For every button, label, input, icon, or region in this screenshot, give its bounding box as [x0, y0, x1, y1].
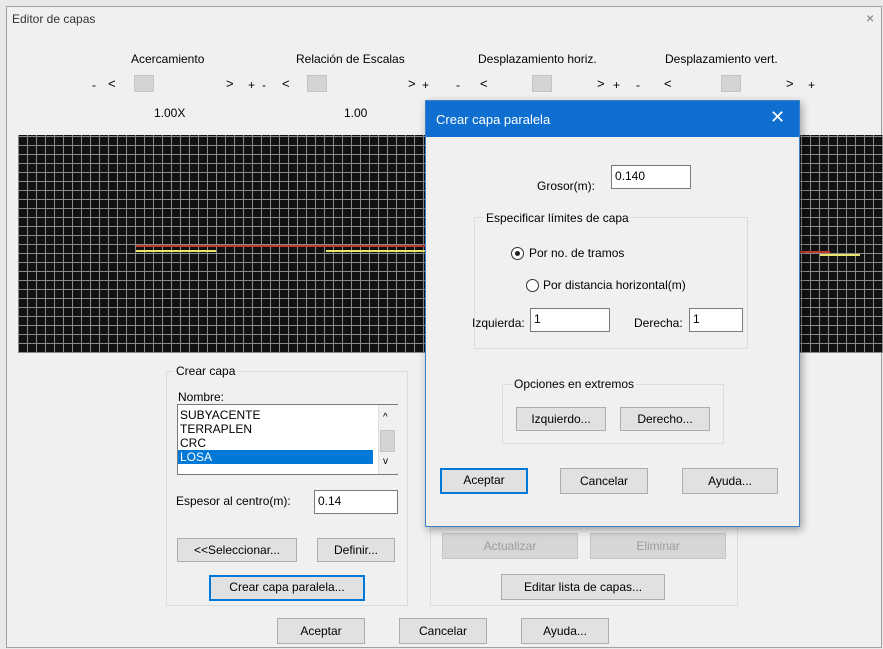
- right-input[interactable]: 1: [689, 308, 743, 332]
- zoom-label: Acercamiento: [131, 52, 205, 66]
- name-label: Nombre:: [178, 390, 225, 404]
- vpan-minus-button[interactable]: -: [636, 78, 640, 92]
- vertical-pan-label: Desplazamiento vert.: [665, 52, 778, 66]
- zoom-left-arrow-icon[interactable]: <: [108, 76, 116, 91]
- ok-button[interactable]: Aceptar: [277, 618, 365, 644]
- scale-left-arrow-icon[interactable]: <: [282, 76, 290, 91]
- layer-line-yellow-mid: [326, 250, 426, 252]
- zoom-plus-button[interactable]: +: [248, 78, 255, 92]
- scale-plus-button[interactable]: +: [422, 78, 429, 92]
- vpan-left-arrow-icon[interactable]: <: [664, 76, 672, 91]
- list-item-selected[interactable]: LOSA: [178, 450, 373, 464]
- scale-right-arrow-icon[interactable]: >: [408, 76, 416, 91]
- dialog-cancel-button[interactable]: Cancelar: [560, 468, 648, 494]
- vpan-plus-button[interactable]: +: [808, 78, 815, 92]
- zoom-minus-button[interactable]: -: [92, 78, 96, 92]
- layer-limits-title: Especificar límites de capa: [484, 211, 631, 225]
- create-layer-title: Crear capa: [174, 364, 238, 378]
- layer-line-yellow-right: [820, 254, 860, 256]
- radio-distancia[interactable]: [526, 279, 539, 292]
- window-title: Editor de capas: [12, 12, 96, 26]
- hpan-slider-thumb[interactable]: [532, 75, 552, 92]
- vpan-slider-thumb[interactable]: [721, 75, 741, 92]
- listbox-scroll-thumb[interactable]: [380, 430, 395, 452]
- hpan-left-arrow-icon[interactable]: <: [480, 76, 488, 91]
- list-item[interactable]: SUBYACENTE: [178, 408, 397, 422]
- vpan-right-arrow-icon[interactable]: >: [786, 76, 794, 91]
- cancel-button[interactable]: Cancelar: [399, 618, 487, 644]
- dialog-help-button[interactable]: Ayuda...: [682, 468, 778, 494]
- radio-tramos[interactable]: [511, 247, 524, 260]
- list-item[interactable]: TERRAPLEN: [178, 422, 397, 436]
- delete-button[interactable]: Eliminar: [590, 533, 726, 559]
- scale-slider-thumb[interactable]: [307, 75, 327, 92]
- thickness-label: Espesor al centro(m):: [176, 494, 291, 508]
- left-end-button[interactable]: Izquierdo...: [516, 407, 606, 431]
- zoom-slider-thumb[interactable]: [134, 75, 154, 92]
- create-parallel-layer-dialog: Crear capa paralela ✕ Grosor(m): 0.140 E…: [425, 100, 800, 527]
- layer-line-red: [136, 245, 431, 247]
- layer-listbox[interactable]: SUBYACENTE TERRAPLEN CRC LOSA: [177, 404, 398, 475]
- list-item[interactable]: CRC: [178, 436, 397, 450]
- layer-line-red-right: [800, 251, 830, 253]
- radio-distancia-label[interactable]: Por distancia horizontal(m): [543, 278, 686, 292]
- dialog-thickness-input[interactable]: 0.140: [611, 165, 691, 189]
- left-input[interactable]: 1: [530, 308, 610, 332]
- create-parallel-layer-button[interactable]: Crear capa paralela...: [209, 575, 365, 601]
- dialog-close-icon[interactable]: ✕: [770, 107, 785, 128]
- hpan-right-arrow-icon[interactable]: >: [597, 76, 605, 91]
- radio-selected-dot: [515, 251, 520, 256]
- right-label: Derecha:: [634, 316, 683, 330]
- select-button[interactable]: <<Seleccionar...: [177, 538, 297, 562]
- radio-tramos-label[interactable]: Por no. de tramos: [529, 246, 624, 260]
- right-end-button[interactable]: Derecho...: [620, 407, 710, 431]
- scroll-up-icon[interactable]: ^: [383, 412, 388, 423]
- horizontal-pan-label: Desplazamiento horiz.: [478, 52, 597, 66]
- dialog-thickness-label: Grosor(m):: [537, 179, 595, 193]
- hpan-plus-button[interactable]: +: [613, 78, 620, 92]
- dialog-title: Crear capa paralela: [436, 112, 551, 127]
- window-close-icon[interactable]: ×: [866, 10, 874, 26]
- left-label: Izquierda:: [472, 316, 525, 330]
- scale-ratio-label: Relación de Escalas: [296, 52, 405, 66]
- edit-layer-list-button[interactable]: Editar lista de capas...: [501, 574, 665, 600]
- layer-line-yellow-left: [136, 250, 216, 252]
- dialog-ok-button[interactable]: Aceptar: [440, 468, 528, 494]
- hpan-minus-button[interactable]: -: [456, 78, 460, 92]
- define-button[interactable]: Definir...: [317, 538, 395, 562]
- zoom-value: 1.00X: [154, 106, 186, 120]
- thickness-input[interactable]: 0.14: [314, 490, 398, 514]
- scroll-down-icon[interactable]: v: [383, 456, 388, 467]
- scale-minus-button[interactable]: -: [262, 78, 266, 92]
- zoom-right-arrow-icon[interactable]: >: [226, 76, 234, 91]
- scale-value: 1.00: [344, 106, 368, 120]
- update-button[interactable]: Actualizar: [442, 533, 578, 559]
- help-button[interactable]: Ayuda...: [521, 618, 609, 644]
- end-options-title: Opciones en extremos: [512, 377, 637, 391]
